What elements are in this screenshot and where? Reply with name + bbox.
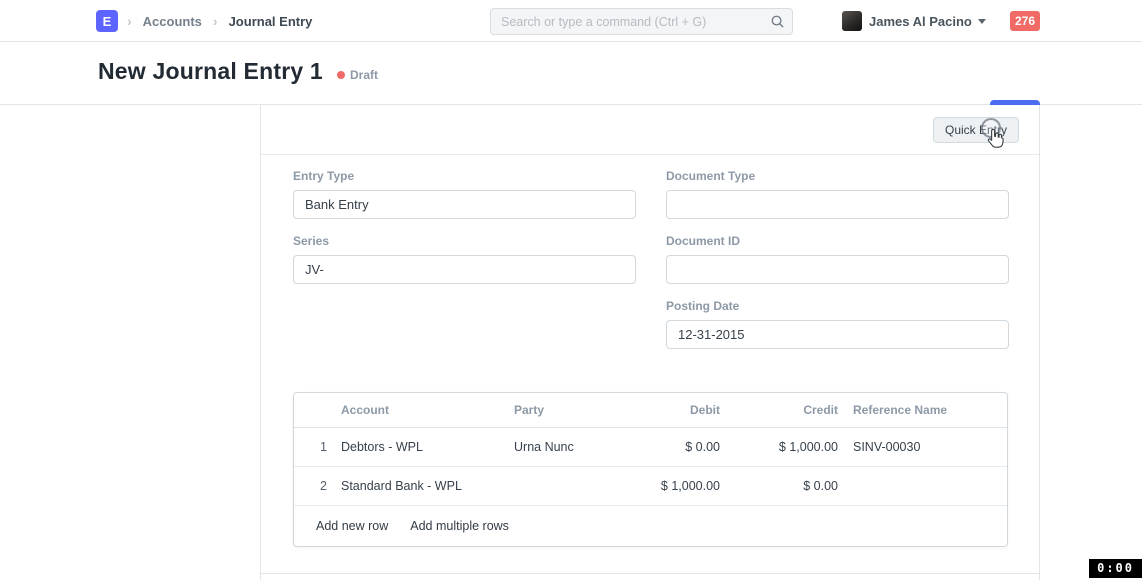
cell-party[interactable]: Urna Nunc: [514, 440, 640, 454]
app-logo[interactable]: E: [96, 10, 118, 32]
hand-cursor-icon: [983, 126, 1007, 155]
entry-type-input[interactable]: [293, 190, 636, 219]
navbar: E › Accounts › Journal Entry James Al Pa…: [0, 0, 1142, 42]
cell-debit[interactable]: $ 1,000.00: [640, 479, 720, 493]
journal-entries-table: Account Party Debit Credit Reference Nam…: [293, 392, 1008, 547]
form-layout: Quick Entry Entry Type Series Document T…: [260, 105, 1040, 580]
field-label: Posting Date: [666, 299, 1009, 313]
cell-account[interactable]: Debtors - WPL: [341, 440, 514, 454]
posting-date-input[interactable]: [666, 320, 1009, 349]
cell-account[interactable]: Standard Bank - WPL: [341, 479, 514, 493]
breadcrumb-accounts[interactable]: Accounts: [143, 14, 202, 29]
chevron-right-icon: ›: [213, 13, 218, 29]
user-avatar[interactable]: [842, 11, 862, 31]
col-party: Party: [514, 403, 640, 417]
col-account: Account: [341, 403, 514, 417]
row-index: 1: [294, 440, 341, 454]
breadcrumb-journal-entry[interactable]: Journal Entry: [229, 14, 313, 29]
field-document-id: Document ID: [666, 234, 1009, 284]
field-label: Document ID: [666, 234, 1009, 248]
form-column-left: Entry Type Series: [293, 169, 636, 299]
cell-credit[interactable]: $ 1,000.00: [720, 440, 838, 454]
table-footer: Add new row Add multiple rows: [294, 506, 1007, 546]
navbar-search: [490, 8, 793, 35]
section-divider: [261, 573, 1039, 574]
field-label: Entry Type: [293, 169, 636, 183]
col-reference-name: Reference Name: [838, 403, 1007, 417]
field-series: Series: [293, 234, 636, 284]
search-input[interactable]: [490, 8, 793, 35]
row-index: 2: [294, 479, 341, 493]
add-new-row-button[interactable]: Add new row: [316, 519, 388, 533]
series-input[interactable]: [293, 255, 636, 284]
chevron-down-icon: [978, 19, 986, 24]
col-credit: Credit: [720, 403, 838, 417]
field-label: Series: [293, 234, 636, 248]
status-badge: Draft: [337, 68, 378, 82]
user-menu[interactable]: James Al Pacino: [869, 0, 986, 42]
page-header: New Journal Entry 1 Draft Save: [0, 42, 1142, 105]
table-row[interactable]: 2 Standard Bank - WPL $ 1,000.00 $ 0.00: [294, 467, 1007, 506]
form-toolbar: Quick Entry: [261, 105, 1039, 155]
user-name: James Al Pacino: [869, 14, 972, 29]
field-entry-type: Entry Type: [293, 169, 636, 219]
document-id-input[interactable]: [666, 255, 1009, 284]
status-text: Draft: [350, 68, 378, 82]
form-column-right: Document Type Document ID Posting Date: [666, 169, 1009, 364]
cell-credit[interactable]: $ 0.00: [720, 479, 838, 493]
field-label: Document Type: [666, 169, 1009, 183]
page-title: New Journal Entry 1: [98, 58, 323, 85]
search-icon: [770, 14, 785, 34]
cell-reference-name[interactable]: SINV-00030: [838, 440, 1007, 454]
draft-dot-icon: [337, 71, 345, 79]
recording-timer: 0:00: [1089, 559, 1142, 578]
table-row[interactable]: 1 Debtors - WPL Urna Nunc $ 0.00 $ 1,000…: [294, 428, 1007, 467]
add-multiple-rows-button[interactable]: Add multiple rows: [410, 519, 509, 533]
field-posting-date: Posting Date: [666, 299, 1009, 349]
col-debit: Debit: [640, 403, 720, 417]
breadcrumb: › Accounts › Journal Entry: [127, 0, 312, 42]
table-header-row: Account Party Debit Credit Reference Nam…: [294, 393, 1007, 428]
chevron-right-icon: ›: [127, 13, 132, 29]
document-type-input[interactable]: [666, 190, 1009, 219]
cell-debit[interactable]: $ 0.00: [640, 440, 720, 454]
notification-count-badge[interactable]: 276: [1010, 11, 1040, 31]
field-document-type: Document Type: [666, 169, 1009, 219]
